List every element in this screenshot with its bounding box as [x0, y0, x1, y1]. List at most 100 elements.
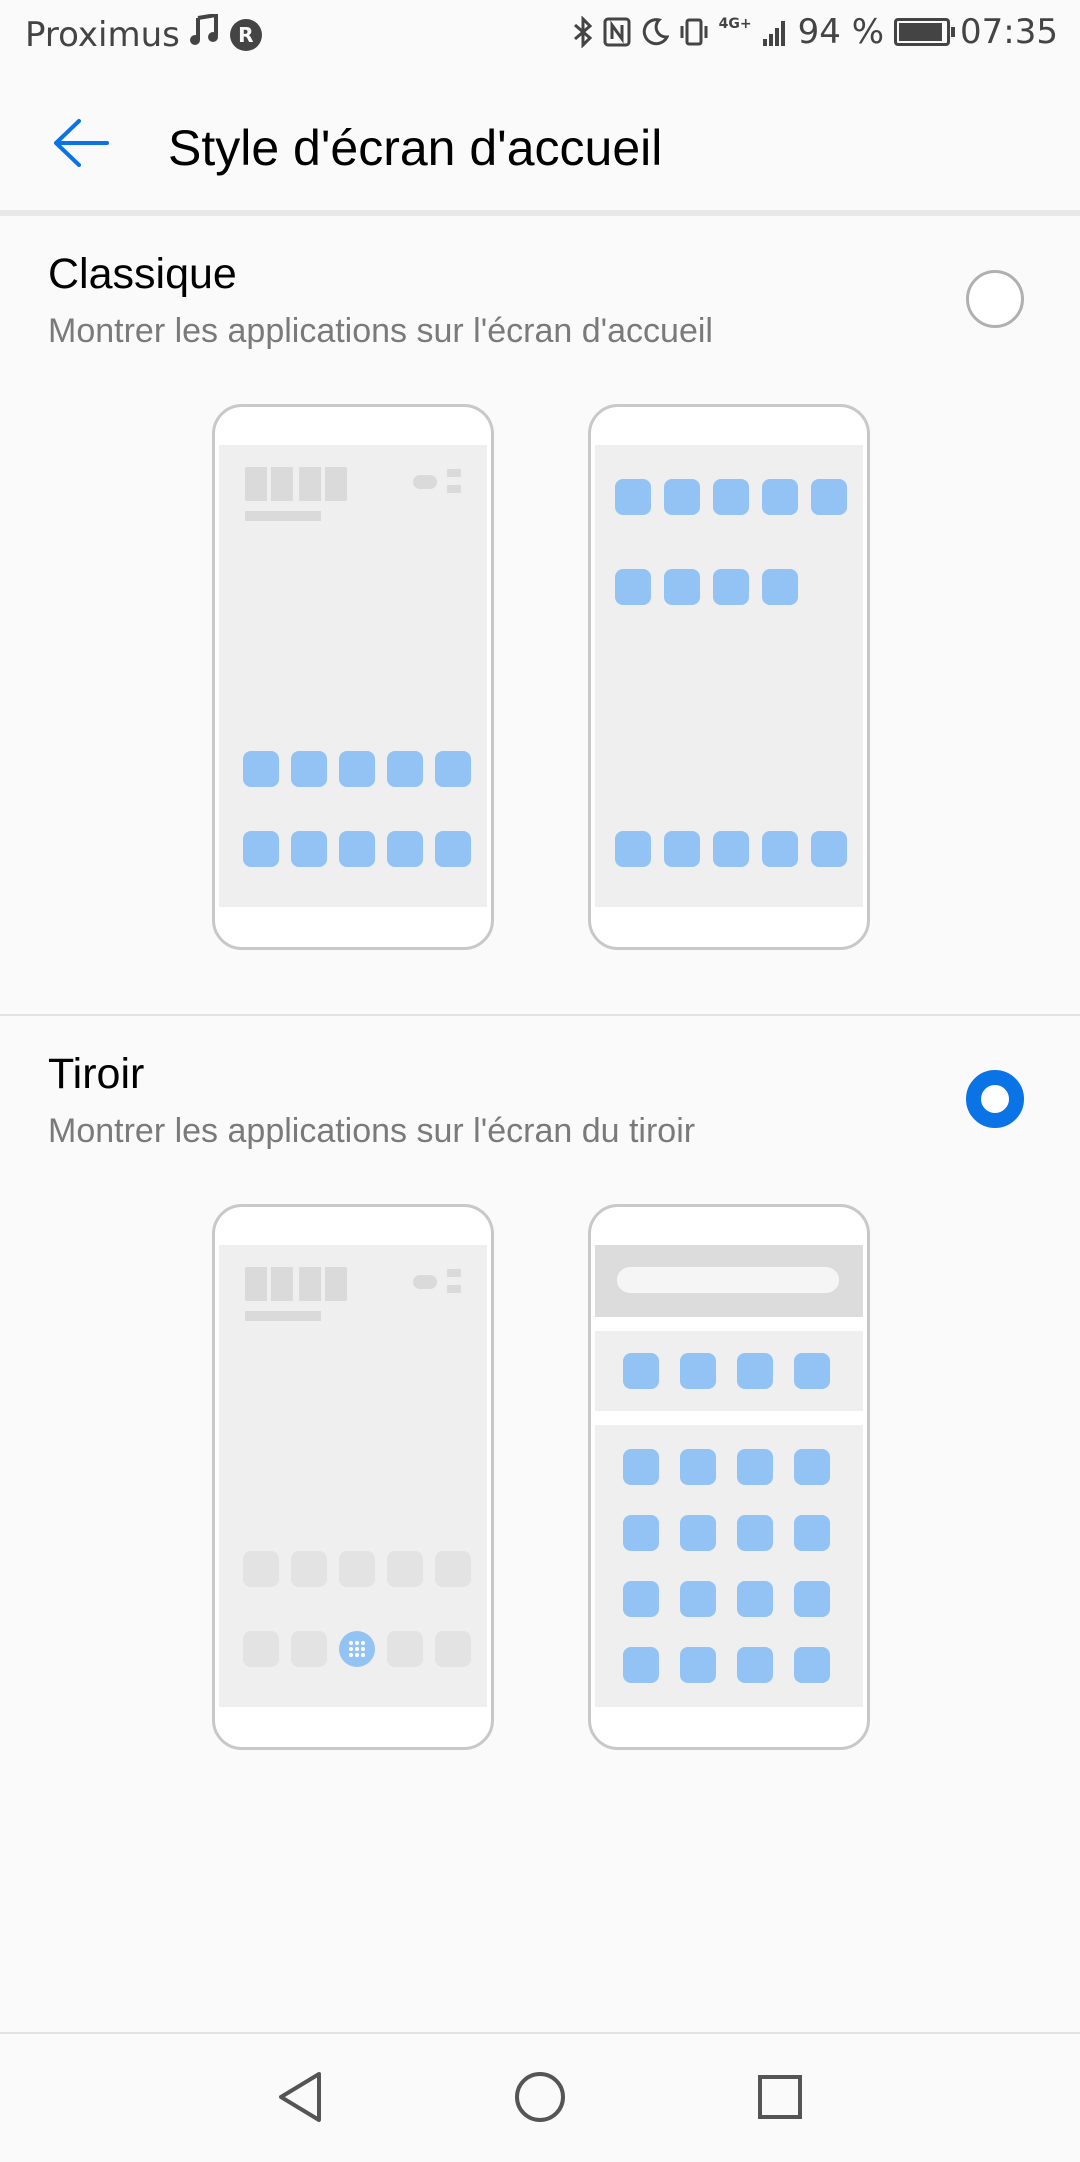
classique-home-preview [212, 404, 494, 950]
app-icon [762, 479, 798, 515]
app-icon [811, 479, 847, 515]
tiroir-drawer-preview [588, 1204, 870, 1750]
app-icon [737, 1581, 773, 1617]
classique-apps-preview [588, 404, 870, 950]
signal-icon [762, 17, 788, 47]
app-icon [737, 1515, 773, 1551]
option-classique[interactable]: Classique Montrer les applications sur l… [0, 216, 1080, 1016]
back-triangle-icon [275, 2070, 325, 2129]
app-icon [387, 751, 423, 787]
drawer-search-bar [595, 1245, 863, 1317]
app-icon [435, 831, 471, 867]
app-icon [664, 569, 700, 605]
app-icon-placeholder [291, 1551, 327, 1587]
app-icon [243, 831, 279, 867]
app-icon [387, 831, 423, 867]
battery-percent: 94 % [797, 12, 885, 52]
status-right: 4G+ 94 % 07:35 [573, 12, 1058, 52]
app-icon [762, 569, 798, 605]
music-note-icon [189, 12, 220, 55]
page-title: Style d'écran d'accueil [168, 120, 663, 176]
vibrate-icon [679, 17, 709, 47]
nav-back-button[interactable] [265, 2064, 335, 2134]
battery-fill [899, 23, 943, 41]
app-icon-placeholder [243, 1631, 279, 1667]
app-icon [680, 1515, 716, 1551]
app-icon [680, 1647, 716, 1683]
app-icon [713, 569, 749, 605]
app-icon-placeholder [243, 1551, 279, 1587]
nav-home-button[interactable] [505, 2064, 575, 2134]
carrier-name: Proximus [25, 14, 180, 55]
option-title: Classique [48, 250, 237, 298]
recents-square-icon [755, 2072, 805, 2127]
app-icon [623, 1515, 659, 1551]
app-icon [339, 831, 375, 867]
app-bar: Style d'écran d'accueil [0, 75, 1080, 210]
arrow-left-icon [51, 118, 109, 173]
app-icon [435, 751, 471, 787]
nav-recents-button[interactable] [745, 2064, 815, 2134]
app-drawer-grid-icon [339, 1631, 375, 1667]
app-icon [623, 1353, 659, 1389]
app-icon-placeholder [291, 1631, 327, 1667]
app-icon [623, 1581, 659, 1617]
option-description: Montrer les applications sur l'écran d'a… [48, 312, 713, 350]
option-tiroir[interactable]: Tiroir Montrer les applications sur l'éc… [0, 1016, 1080, 1796]
app-icon [615, 831, 651, 867]
status-bar: Proximus R 4G+ 94 % 07:35 [0, 0, 1080, 75]
radio-tiroir[interactable] [966, 1070, 1024, 1128]
app-icon-placeholder [339, 1551, 375, 1587]
drawer-search-pill [617, 1267, 839, 1293]
app-icon [794, 1581, 830, 1617]
app-icon-placeholder [387, 1551, 423, 1587]
preview-screen [595, 1245, 863, 1707]
app-icon [680, 1581, 716, 1617]
app-icon [623, 1449, 659, 1485]
app-icon [291, 751, 327, 787]
app-icon [664, 831, 700, 867]
app-icon [794, 1647, 830, 1683]
clock: 07:35 [960, 12, 1058, 52]
app-icon [737, 1449, 773, 1485]
app-icon [680, 1353, 716, 1389]
app-icon [737, 1647, 773, 1683]
app-icon [615, 569, 651, 605]
app-icon [794, 1353, 830, 1389]
app-icon [664, 479, 700, 515]
option-description: Montrer les applications sur l'écran du … [48, 1112, 696, 1150]
navigation-bar [0, 2032, 1080, 2162]
battery-icon [894, 18, 956, 46]
bluetooth-icon [573, 16, 593, 48]
home-circle-icon [513, 2070, 567, 2129]
weather-cloud-icon [413, 1275, 437, 1289]
app-icon-placeholder [435, 1551, 471, 1587]
do-not-disturb-moon-icon [641, 17, 669, 47]
nfc-icon [603, 17, 631, 47]
app-icon [623, 1647, 659, 1683]
preview-screen [219, 445, 487, 907]
roaming-icon: R [229, 18, 262, 51]
app-icon [615, 479, 651, 515]
app-icon-placeholder [435, 1631, 471, 1667]
app-icon [762, 831, 798, 867]
option-title: Tiroir [48, 1050, 145, 1098]
status-left: Proximus R [25, 12, 262, 55]
radio-classique[interactable] [966, 270, 1024, 328]
app-icon [680, 1449, 716, 1485]
app-icon [713, 831, 749, 867]
preview-screen [595, 445, 863, 907]
weather-cloud-icon [413, 475, 437, 489]
back-button[interactable] [40, 105, 120, 185]
tiroir-home-preview [212, 1204, 494, 1750]
app-icon-placeholder [387, 1631, 423, 1667]
app-icon [794, 1449, 830, 1485]
app-icon [794, 1515, 830, 1551]
app-icon [811, 831, 847, 867]
app-icon [713, 479, 749, 515]
app-icon [339, 751, 375, 787]
app-icon [291, 831, 327, 867]
app-icon [243, 751, 279, 787]
network-type-label: 4G+ [718, 16, 752, 32]
app-icon [737, 1353, 773, 1389]
